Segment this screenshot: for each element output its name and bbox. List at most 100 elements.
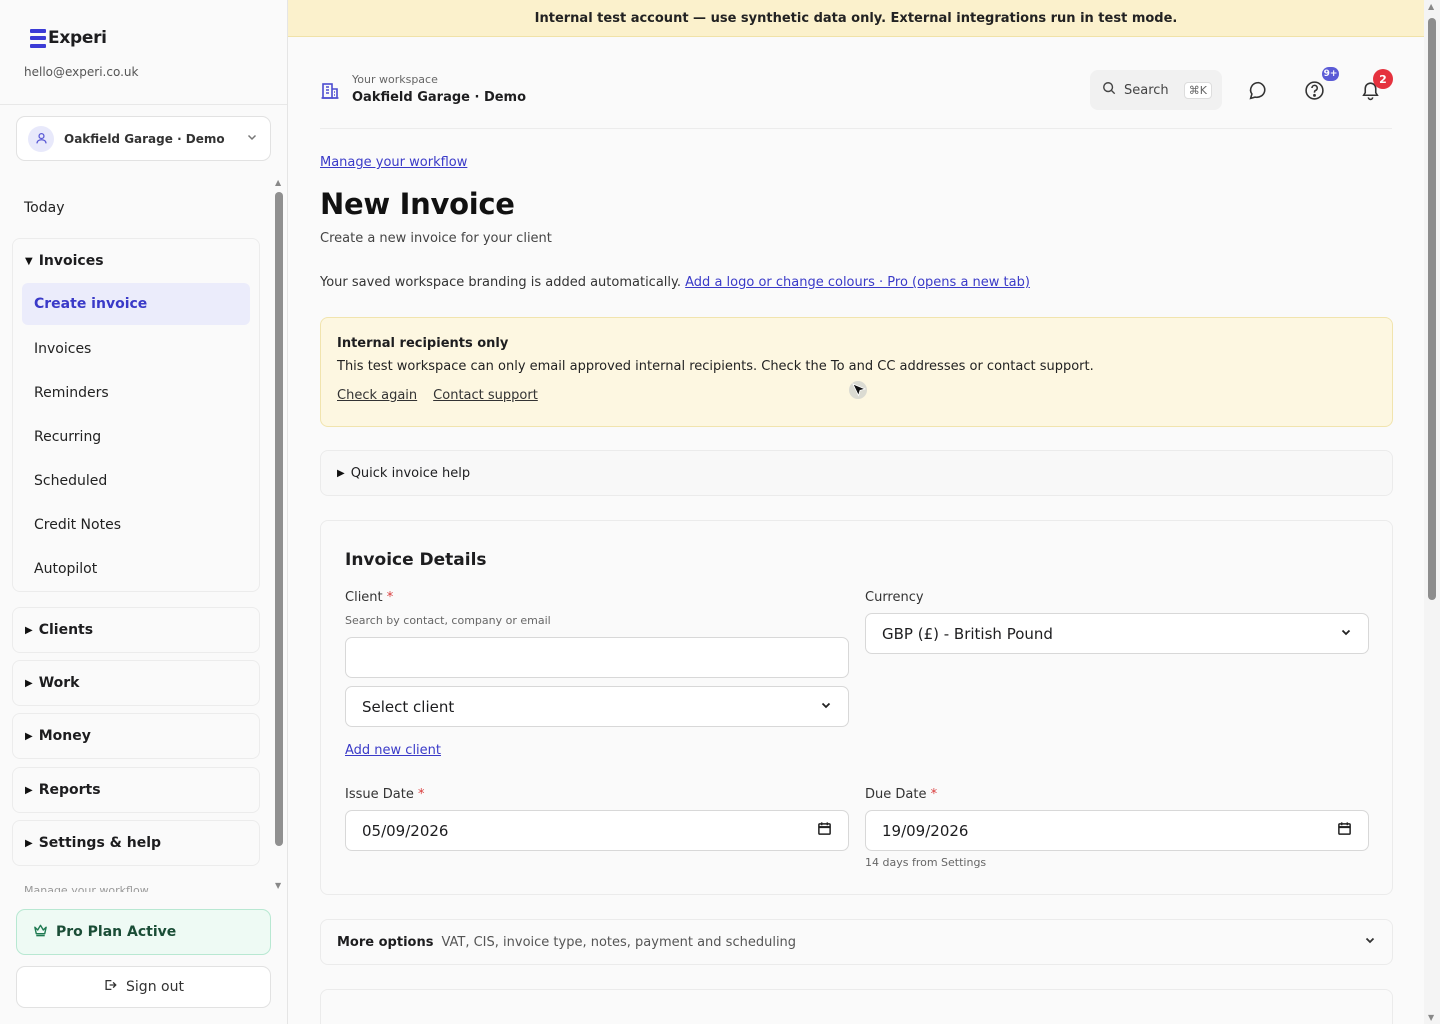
recipients-alert: Internal recipients only This test works… [320,317,1393,427]
required-mark: * [930,787,938,802]
sidebar-item-recurring[interactable]: Recurring [13,415,259,459]
brand-name: Experi [48,28,107,48]
search-label: Search [1124,82,1169,98]
manage-workflow-link[interactable]: Manage your workflow [320,155,467,170]
scroll-down-icon[interactable]: ▼ [1428,1013,1434,1022]
triangle-right-icon: ▶ [25,784,33,796]
sidebar-item-autopilot[interactable]: Autopilot [13,547,259,591]
chevron-down-icon [1364,934,1376,950]
workspace-switcher-label: Oakfield Garage · Demo [64,131,225,146]
sidebar-item-manage-workflow[interactable]: Manage your workflow [24,884,149,892]
client-select[interactable]: Select client [345,686,849,727]
branding-link[interactable]: Add a logo or change colours · Pro (open… [685,275,1030,290]
test-mode-banner: Internal test account — use synthetic da… [288,0,1424,37]
triangle-right-icon: ▶ [25,730,33,742]
sidebar-item-invoices[interactable]: Invoices [13,327,259,371]
currency-value: GBP (£) - British Pound [882,624,1053,643]
sidebar-item-credit-notes[interactable]: Credit Notes [13,503,259,547]
alert-body: This test workspace can only email appro… [337,359,1094,374]
invoice-details-card: Invoice Details Client * Search by conta… [320,520,1393,895]
more-options-toggle[interactable]: More options VAT, CIS, invoice type, not… [320,919,1393,965]
chevron-down-icon [1340,626,1352,642]
due-date-label: Due Date * [865,787,938,802]
help-icon[interactable] [1303,79,1325,101]
nav-group-label: Invoices [38,253,104,269]
due-date-hint: 14 days from Settings [865,856,987,869]
mouse-cursor-icon [848,380,870,406]
chat-icon[interactable] [1247,79,1269,101]
required-mark: * [386,590,394,605]
nav-group-label: Clients [38,622,94,638]
quick-invoice-help-label: Quick invoice help [350,465,471,481]
branding-note: Your saved workspace branding is added a… [320,275,1030,290]
search-shortcut: ⌘K [1183,81,1212,99]
nav-group-clients[interactable]: ▶ Clients [12,607,260,653]
client-hint: Search by contact, company or email [345,614,551,627]
issue-date-input[interactable]: 05/09/2026 [345,810,849,851]
nav-group-invoices-toggle[interactable]: ▼ Invoices [13,239,259,283]
sidebar-scroll-thumb[interactable] [275,192,283,846]
triangle-right-icon: ▶ [337,467,345,479]
sidebar-item-reminders[interactable]: Reminders [13,371,259,415]
pro-plan-label: Pro Plan Active [56,924,177,940]
currency-label: Currency [865,590,924,605]
page-scroll-thumb[interactable] [1428,18,1436,600]
sidebar-item-scheduled[interactable]: Scheduled [13,459,259,503]
page-scrollbar[interactable]: ▲ ▼ [1424,0,1440,1024]
triangle-right-icon: ▶ [25,624,33,636]
contact-support-link[interactable]: Contact support [433,388,538,403]
more-options-detail: VAT, CIS, invoice type, notes, payment a… [441,934,797,950]
sign-out-button[interactable]: Sign out [16,966,271,1008]
workspace-name: Oakfield Garage · Demo [352,90,527,105]
nav-group-settings-help[interactable]: ▶ Settings & help [12,820,260,866]
brand-logo[interactable]: Experi [30,28,107,48]
next-section-card [320,989,1393,1024]
check-again-link[interactable]: Check again [337,388,417,403]
branding-text: Your saved workspace branding is added a… [320,275,681,290]
issue-date-value: 05/09/2026 [362,821,449,840]
scroll-up-icon[interactable]: ▲ [1428,2,1434,11]
client-select-value: Select client [362,697,455,716]
triangle-right-icon: ▶ [25,677,33,689]
add-new-client-link[interactable]: Add new client [345,743,441,758]
calendar-icon[interactable] [817,821,832,840]
more-options-label: More options [337,934,434,950]
chevron-down-icon [246,131,258,146]
workspace-switcher[interactable]: Oakfield Garage · Demo [16,116,271,161]
sidebar-divider [0,104,287,105]
due-date-input[interactable]: 19/09/2026 [865,810,1369,851]
sidebar-item-create-invoice[interactable]: Create invoice [22,283,250,325]
sidebar-scrollbar[interactable]: ▲ ▼ [274,178,284,890]
client-search-input[interactable] [345,637,849,678]
nav-group-label: Reports [38,782,101,798]
crown-icon [33,923,48,941]
sidebar-item-today[interactable]: Today [24,200,65,216]
nav-group-label: Money [38,728,91,744]
issue-date-label: Issue Date * [345,787,425,802]
quick-invoice-help-toggle[interactable]: ▶ Quick invoice help [320,450,1393,496]
nav-group-money[interactable]: ▶ Money [12,713,260,759]
main-content: Your workspace Oakfield Garage · Demo Se… [288,37,1424,1024]
sidebar-nav: Today ▼ Invoices Create invoice Invoices… [0,176,272,892]
nav-group-work[interactable]: ▶ Work [12,660,260,706]
sidebar: Experi hello@experi.co.uk Oakfield Garag… [0,0,288,1024]
sign-out-icon [103,978,118,996]
workspace-label: Your workspace [352,73,438,86]
page-subtitle: Create a new invoice for your client [320,231,552,246]
nav-group-invoices: ▼ Invoices Create invoice Invoices Remin… [12,238,260,592]
page-title: New Invoice [320,187,515,221]
scroll-down-icon[interactable]: ▼ [275,881,281,890]
currency-select[interactable]: GBP (£) - British Pound [865,613,1369,654]
pro-plan-badge[interactable]: Pro Plan Active [16,909,271,955]
scroll-up-icon[interactable]: ▲ [275,178,281,187]
nav-group-reports[interactable]: ▶ Reports [12,767,260,813]
due-date-value: 19/09/2026 [882,821,969,840]
invoice-details-title: Invoice Details [345,550,487,570]
alert-title: Internal recipients only [337,336,509,351]
calendar-icon[interactable] [1337,821,1352,840]
building-icon [320,81,340,105]
sign-out-label: Sign out [126,979,184,995]
triangle-down-icon: ▼ [25,255,33,267]
experi-logo-icon [30,28,46,48]
search-button[interactable]: Search ⌘K [1090,70,1222,110]
